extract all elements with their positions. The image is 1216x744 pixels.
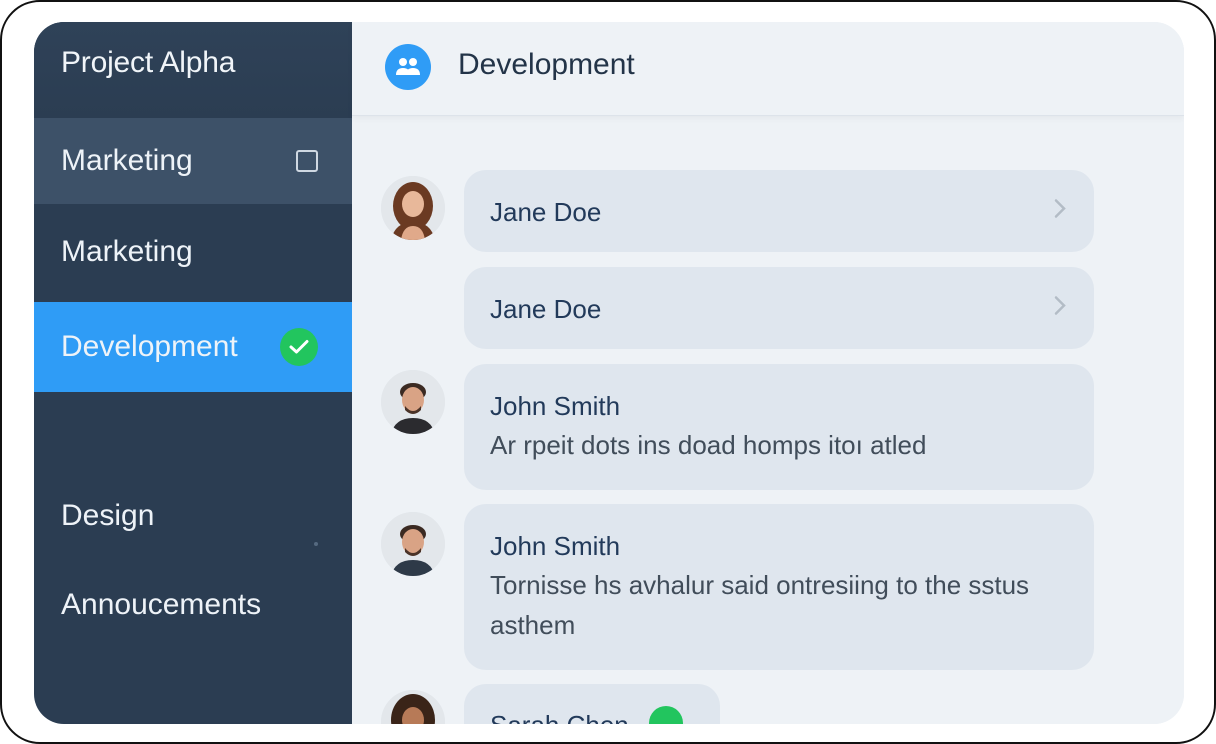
main-panel: Development Jane Doe Jane Doe John Smith… <box>352 22 1184 724</box>
app-window: Project Alpha Marketing Marketing Develo… <box>34 22 1184 724</box>
sidebar-item-marketing[interactable]: Marketing <box>34 118 352 204</box>
message-card[interactable]: John Smith Ar rpeit dots ins doad homps … <box>464 364 1094 490</box>
message-text: Ar rpeit dots ins doad homps itoı atled <box>490 430 927 460</box>
device-frame: Project Alpha Marketing Marketing Develo… <box>0 0 1216 744</box>
sidebar-item-design[interactable]: Design <box>34 482 352 550</box>
sidebar-item-label: Annoucements <box>61 588 262 621</box>
message-card[interactable]: Sarah Chen <box>464 684 720 724</box>
sender-name: Sarah Chen <box>490 710 629 724</box>
online-status-icon <box>649 706 683 724</box>
avatar[interactable] <box>381 370 445 434</box>
sidebar-item-development[interactable]: Development <box>34 302 352 392</box>
message-text: Tornisse hs avhalur said ontresiing to t… <box>490 570 1030 640</box>
avatar[interactable] <box>381 690 445 724</box>
workspace-title: Project Alpha <box>34 22 352 118</box>
sidebar-item-announcements[interactable]: Annoucements <box>34 572 352 638</box>
sidebar-item-label: Marketing <box>61 144 193 177</box>
sender-name: Jane Doe <box>490 294 602 324</box>
sender-name: John Smith <box>490 531 621 561</box>
message-card[interactable]: Jane Doe <box>464 170 1094 252</box>
chevron-right-icon <box>1054 199 1066 224</box>
sidebar-item-marketing-2[interactable]: Marketing <box>34 204 352 300</box>
square-icon <box>296 150 318 172</box>
channel-title: Development <box>458 48 635 81</box>
sidebar-item-label: Marketing <box>61 235 193 268</box>
team-icon <box>385 44 431 90</box>
message-card[interactable]: Jane Doe <box>464 267 1094 349</box>
sidebar: Project Alpha Marketing Marketing Develo… <box>34 22 352 724</box>
decorative-dot <box>314 542 318 546</box>
avatar[interactable] <box>381 512 445 576</box>
sidebar-item-label: Development <box>61 330 238 363</box>
sender-name: John Smith <box>490 391 621 421</box>
message-card[interactable]: John Smith Tornisse hs avhalur said ontr… <box>464 504 1094 670</box>
check-icon <box>280 328 318 366</box>
sidebar-item-label: Design <box>61 499 155 532</box>
channel-header: Development <box>352 22 1184 116</box>
chevron-right-icon <box>1054 296 1066 321</box>
sender-name: Jane Doe <box>490 197 602 227</box>
avatar[interactable] <box>381 176 445 240</box>
